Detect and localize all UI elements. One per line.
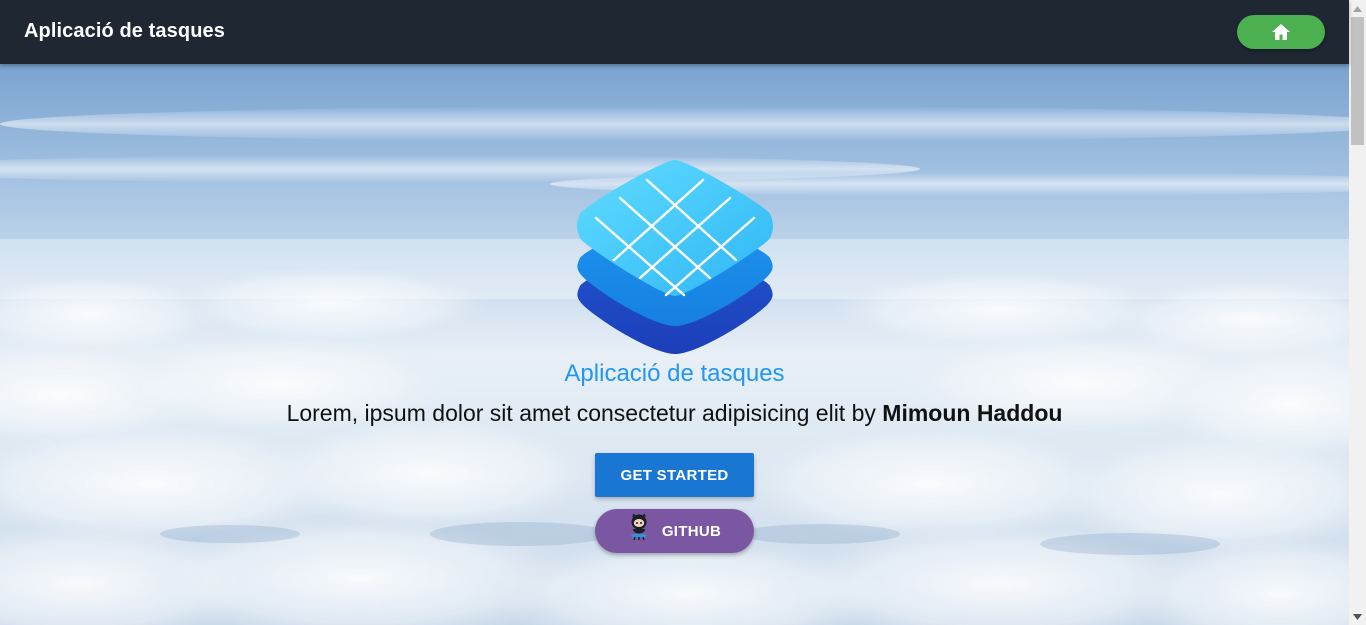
tagline-text: Lorem, ipsum dolor sit amet consectetur … [286, 400, 876, 426]
page: Aplicació de tasques Aplicació de tasque… [0, 0, 1366, 625]
get-started-label: GET STARTED [620, 466, 729, 484]
hero-title: Aplicació de tasques [564, 360, 785, 387]
vertical-scrollbar[interactable] [1349, 0, 1366, 625]
home-icon [1272, 24, 1290, 40]
author-name: Mimoun Haddou [882, 400, 1063, 426]
layered-grid-logo-icon [577, 160, 773, 354]
octocat-icon [630, 513, 647, 541]
app-bar: Aplicació de tasques [0, 0, 1349, 64]
scroll-down-arrow-icon[interactable] [1349, 608, 1366, 625]
hero-tagline: Lorem, ipsum dolor sit amet consectetur … [0, 400, 1349, 427]
github-button[interactable]: GITHUB [595, 509, 754, 553]
app-title: Aplicació de tasques [24, 20, 225, 42]
get-started-button[interactable]: GET STARTED [595, 453, 754, 497]
hero-section: Aplicació de tasques Lorem, ipsum dolor … [0, 64, 1349, 625]
github-label: GITHUB [661, 522, 722, 540]
scrollbar-thumb[interactable] [1351, 17, 1364, 145]
home-button[interactable] [1237, 15, 1325, 49]
scroll-up-arrow-icon[interactable] [1349, 0, 1366, 17]
